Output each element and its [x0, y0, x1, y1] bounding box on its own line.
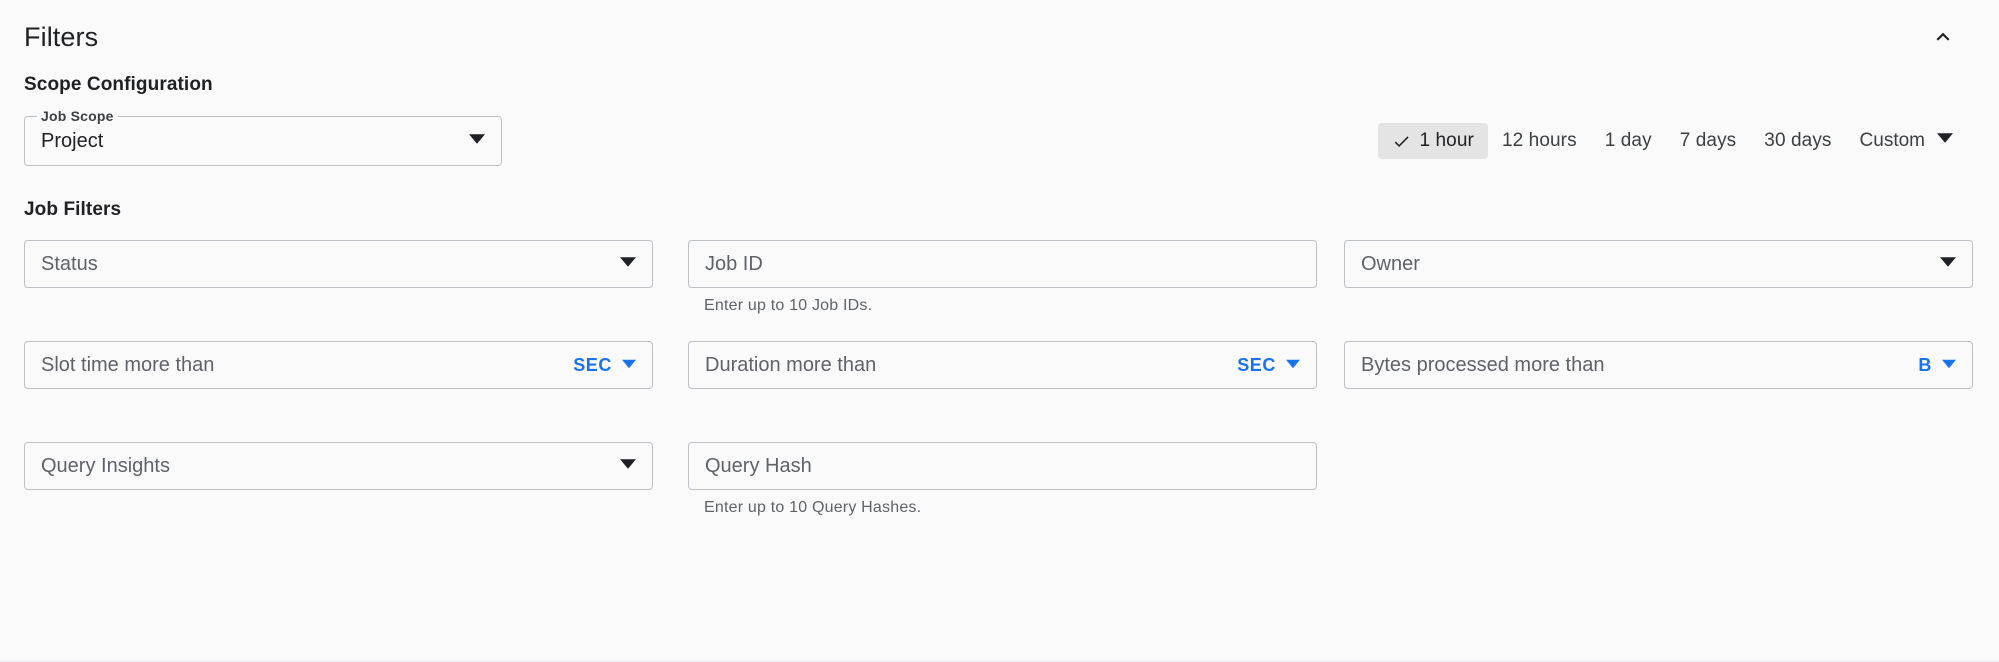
time-range-selector: 1 hour 12 hours 1 day 7 days 30 days Cus…	[1378, 116, 1963, 166]
job-scope-value: Project	[41, 130, 104, 152]
slot-time-unit-label: SEC	[573, 354, 612, 375]
time-range-custom-label: Custom	[1859, 130, 1925, 151]
job-filters-grid: Status Job ID Enter up to 10 Job IDs. Ow…	[24, 240, 1975, 543]
chevron-down-icon	[622, 355, 636, 376]
time-range-option-label: 7 days	[1679, 130, 1737, 151]
job-filters-row-3: Query Insights Query Hash Enter up to 10…	[24, 442, 1975, 543]
scope-configuration-row: Job Scope Project 1 hour 12 hours 1 day …	[24, 108, 1975, 166]
check-icon	[1392, 132, 1411, 151]
job-id-input[interactable]: Job ID	[688, 240, 1317, 288]
time-range-option-label: 12 hours	[1501, 130, 1577, 151]
job-scope-select[interactable]: Job Scope Project	[24, 108, 502, 166]
chevron-down-icon	[1942, 355, 1956, 376]
bytes-processed-placeholder: Bytes processed more than	[1361, 354, 1605, 376]
bytes-processed-filter-cell: Bytes processed more than B	[1344, 341, 1973, 389]
duration-filter-cell: Duration more than SEC	[688, 341, 1317, 389]
job-id-helper-text: Enter up to 10 Job IDs.	[704, 297, 873, 314]
chevron-down-icon	[1940, 254, 1956, 275]
filters-panel: Filters Scope Configuration Job Scope Pr…	[0, 0, 1999, 662]
job-filters-heading: Job Filters	[24, 199, 122, 220]
chevron-down-icon	[620, 456, 636, 477]
job-id-filter-cell: Job ID Enter up to 10 Job IDs.	[688, 240, 1317, 315]
time-range-option-label: 1 hour	[1419, 130, 1474, 151]
status-select[interactable]: Status	[24, 240, 653, 288]
time-range-option-1-day[interactable]: 1 day	[1591, 123, 1666, 159]
time-range-option-7-days[interactable]: 7 days	[1666, 123, 1751, 159]
time-range-option-12-hours[interactable]: 12 hours	[1488, 123, 1591, 159]
chevron-down-icon	[1286, 355, 1300, 376]
status-filter-cell: Status	[24, 240, 653, 288]
chevron-down-icon	[1937, 130, 1953, 152]
time-range-option-1-hour[interactable]: 1 hour	[1378, 123, 1488, 159]
duration-placeholder: Duration more than	[705, 354, 877, 376]
query-insights-filter-cell: Query Insights	[24, 442, 653, 490]
time-range-option-custom[interactable]: Custom	[1846, 123, 1963, 159]
chevron-down-icon	[469, 131, 485, 152]
status-placeholder: Status	[41, 253, 98, 275]
slot-time-input[interactable]: Slot time more than SEC	[24, 341, 653, 389]
time-range-option-label: 1 day	[1604, 130, 1652, 151]
owner-select[interactable]: Owner	[1344, 240, 1973, 288]
job-id-placeholder: Job ID	[705, 253, 763, 275]
owner-placeholder: Owner	[1361, 253, 1420, 275]
chevron-up-icon	[1930, 24, 1956, 50]
scope-configuration-heading: Scope Configuration	[24, 74, 213, 95]
duration-unit-label: SEC	[1237, 354, 1276, 375]
time-range-option-label: 30 days	[1764, 130, 1832, 151]
slot-time-unit-select[interactable]: SEC	[573, 355, 636, 376]
query-hash-helper-text: Enter up to 10 Query Hashes.	[704, 499, 922, 516]
chevron-down-icon	[620, 254, 636, 275]
query-insights-select[interactable]: Query Insights	[24, 442, 653, 490]
time-range-option-30-days[interactable]: 30 days	[1750, 123, 1845, 159]
job-filters-row-2: Slot time more than SEC Duration more th…	[24, 341, 1975, 442]
query-hash-filter-cell: Query Hash Enter up to 10 Query Hashes.	[688, 442, 1317, 517]
job-filters-row-1: Status Job ID Enter up to 10 Job IDs. Ow…	[24, 240, 1975, 341]
job-scope-label: Job Scope	[37, 108, 118, 124]
slot-time-filter-cell: Slot time more than SEC	[24, 341, 653, 389]
query-hash-placeholder: Query Hash	[705, 455, 812, 477]
collapse-panel-button[interactable]	[1919, 13, 1967, 61]
filters-panel-header: Filters	[24, 0, 1975, 74]
bytes-processed-unit-label: B	[1918, 354, 1932, 375]
slot-time-placeholder: Slot time more than	[41, 354, 215, 376]
duration-unit-select[interactable]: SEC	[1237, 355, 1300, 376]
bytes-processed-unit-select[interactable]: B	[1918, 355, 1956, 376]
query-hash-input[interactable]: Query Hash	[688, 442, 1317, 490]
page-title: Filters	[24, 21, 99, 52]
query-insights-placeholder: Query Insights	[41, 455, 170, 477]
duration-input[interactable]: Duration more than SEC	[688, 341, 1317, 389]
owner-filter-cell: Owner	[1344, 240, 1973, 288]
bytes-processed-input[interactable]: Bytes processed more than B	[1344, 341, 1973, 389]
